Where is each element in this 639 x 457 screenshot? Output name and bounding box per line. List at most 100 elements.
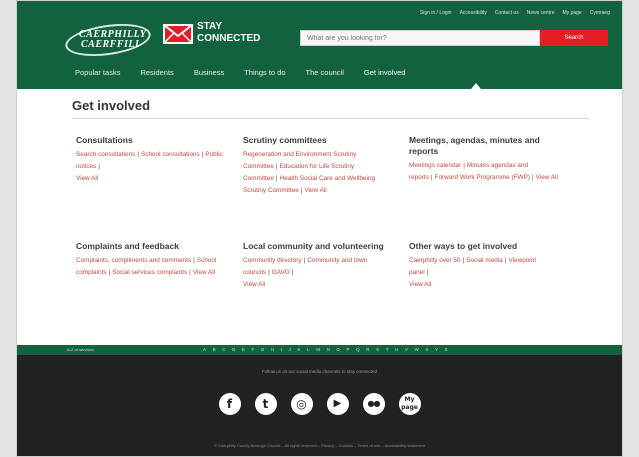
logo-line-2: CAERFFILI	[81, 39, 140, 50]
a-z-letter-f[interactable]: F	[252, 345, 255, 355]
link-view-all[interactable]: View All	[536, 174, 558, 181]
stay-line-2: CONNECTED	[197, 33, 261, 44]
link-caerphilly-over-50[interactable]: Caerphilly over 50	[409, 257, 461, 264]
top-link-news[interactable]: News centre	[527, 10, 555, 16]
section-heading[interactable]: Consultations	[76, 135, 226, 146]
section-meetings: Meetings, agendas, minutes and reports M…	[409, 135, 559, 184]
a-z-letter-h[interactable]: H	[271, 345, 274, 355]
link-meetings-calendar[interactable]: Meetings calendar	[409, 162, 461, 169]
link-view-all[interactable]: View All	[76, 175, 98, 182]
link-search-consultations[interactable]: Search consultations	[76, 151, 135, 158]
link-separator: |	[291, 269, 294, 276]
a-z-letter-w[interactable]: W	[415, 345, 419, 355]
link-community-directory[interactable]: Community directory	[243, 257, 302, 264]
a-z-letter-y[interactable]: Y	[435, 345, 438, 355]
active-nav-indicator	[471, 83, 481, 89]
nav-popular-tasks[interactable]: Popular tasks	[75, 63, 120, 83]
social-links: f t ◎ ▶ ●● My page	[17, 393, 622, 415]
link-social-media[interactable]: Social media	[466, 257, 503, 264]
link-complaints-comments[interactable]: Complaints, compliments and comments	[76, 257, 191, 264]
nav-residents[interactable]: Residents	[140, 63, 173, 83]
a-z-label[interactable]: A-Z of services	[67, 346, 94, 354]
link-separator: |	[201, 151, 204, 158]
link-separator: |	[462, 257, 465, 264]
stay-connected-label[interactable]: STAY CONNECTED	[197, 21, 260, 45]
section-heading[interactable]: Scrutiny committees	[243, 135, 393, 146]
link-view-all[interactable]: View All	[409, 281, 431, 288]
top-link-accessibility[interactable]: Accessibility	[460, 10, 487, 16]
section-heading[interactable]: Local community and volunteering	[243, 241, 393, 252]
mypage-icon[interactable]: My page	[398, 393, 421, 415]
a-z-letter-g[interactable]: G	[261, 345, 265, 355]
a-z-letter-u[interactable]: U	[395, 345, 398, 355]
nav-get-involved[interactable]: Get involved	[364, 63, 406, 83]
a-z-letter-o[interactable]: O	[336, 345, 340, 355]
search-button[interactable]: Search	[540, 30, 608, 46]
a-z-letter-c[interactable]: C	[222, 345, 225, 355]
link-forward-work-programme[interactable]: Forward Work Programme (FWP)	[435, 174, 530, 181]
link-view-all[interactable]: View All	[304, 187, 326, 194]
a-z-letters: A B C D E F G H I J K L M N O P Q R S T …	[203, 345, 447, 355]
a-z-letter-p[interactable]: P	[347, 345, 350, 355]
council-logo[interactable]: CAERPHILLY CAERFFILI	[63, 19, 153, 61]
nav-things-to-do[interactable]: Things to do	[244, 63, 285, 83]
link-separator: |	[137, 151, 139, 158]
a-z-letter-e[interactable]: E	[242, 345, 245, 355]
youtube-icon[interactable]: ▶	[326, 393, 349, 415]
section-links: Complaints, compliments and comments | Sch…	[76, 255, 226, 279]
a-z-letter-j[interactable]: J	[289, 345, 291, 355]
link-separator: |	[463, 162, 465, 169]
top-link-language[interactable]: Cymraeg	[590, 10, 610, 16]
link-view-all[interactable]: View All	[193, 269, 215, 276]
stay-line-1: STAY	[197, 21, 223, 32]
a-z-letter-v[interactable]: V	[405, 345, 408, 355]
browser-page: CAERPHILLY CAERFFILI STAY CONNECTED Sign…	[16, 0, 623, 457]
a-z-letter-s[interactable]: S	[376, 345, 379, 355]
link-separator: |	[275, 175, 278, 182]
instagram-icon[interactable]: ◎	[290, 393, 313, 415]
twitter-icon[interactable]: t	[254, 393, 277, 415]
link-separator: |	[108, 269, 111, 276]
page-title: Get involved	[72, 98, 151, 113]
link-separator: |	[531, 174, 534, 181]
link-school-consultations[interactable]: School consultations	[141, 151, 200, 158]
a-z-letter-z[interactable]: Z	[445, 345, 448, 355]
site-footer: Follow us on our social media channels t…	[17, 355, 622, 456]
a-z-letter-d[interactable]: D	[232, 345, 235, 355]
a-z-letter-n[interactable]: N	[327, 345, 330, 355]
section-links: Regeneration and Environment Scrutiny Co…	[243, 149, 393, 197]
a-z-letter-i[interactable]: I	[281, 345, 282, 355]
top-link-sign-in[interactable]: Sign in / Login	[420, 10, 452, 16]
a-z-letter-a[interactable]: A	[203, 345, 206, 355]
link-separator: |	[189, 269, 191, 276]
section-heading[interactable]: Meetings, agendas, minutes and reports	[409, 135, 559, 157]
link-gavo[interactable]: GAVO	[272, 269, 290, 276]
a-z-letter-l[interactable]: L	[307, 345, 310, 355]
section-heading[interactable]: Complaints and feedback	[76, 241, 226, 252]
nav-business[interactable]: Business	[194, 63, 224, 83]
nav-the-council[interactable]: The council	[306, 63, 344, 83]
top-link-contact[interactable]: Contact us	[495, 10, 519, 16]
section-consultations: Consultations Search consultations | Schoo…	[76, 135, 226, 185]
a-z-letter-r[interactable]: R	[366, 345, 369, 355]
a-z-letter-t[interactable]: T	[386, 345, 389, 355]
section-other-ways: Other ways to get involved Caerphilly ov…	[409, 241, 559, 291]
a-z-letter-k[interactable]: K	[298, 345, 301, 355]
a-z-bar: A-Z of services A B C D E F G H I J K L …	[17, 345, 622, 355]
top-link-my-page[interactable]: My page	[563, 10, 582, 16]
section-heading[interactable]: Other ways to get involved	[409, 241, 559, 252]
link-social-services-complaints[interactable]: Social services complaints	[112, 269, 187, 276]
link-separator: |	[303, 257, 306, 264]
a-z-letter-x[interactable]: X	[425, 345, 428, 355]
site-header: CAERPHILLY CAERFFILI STAY CONNECTED Sign…	[17, 1, 622, 89]
facebook-icon[interactable]: f	[218, 393, 241, 415]
link-separator: |	[430, 174, 433, 181]
link-separator: |	[193, 257, 195, 264]
a-z-letter-m[interactable]: M	[316, 345, 320, 355]
a-z-letter-b[interactable]: B	[213, 345, 216, 355]
link-separator: |	[98, 163, 100, 170]
search-input[interactable]	[300, 30, 540, 46]
a-z-letter-q[interactable]: Q	[356, 345, 360, 355]
flickr-icon[interactable]: ●●	[362, 393, 385, 415]
link-view-all[interactable]: View All	[243, 281, 265, 288]
